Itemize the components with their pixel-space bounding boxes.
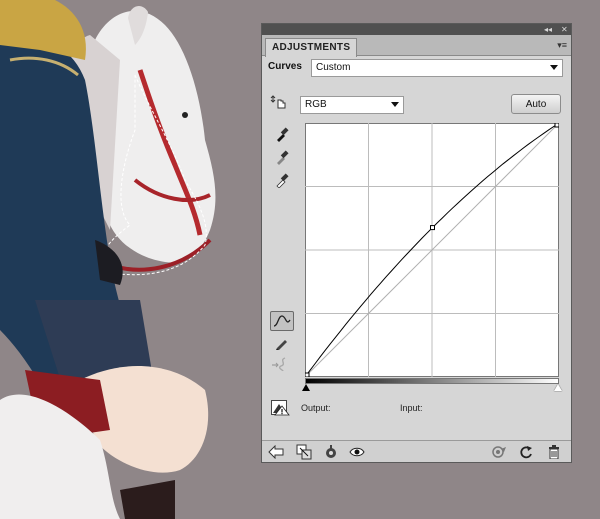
eye-icon[interactable] [349, 444, 365, 460]
input-label: Input: [400, 403, 423, 413]
white-input-slider[interactable] [554, 384, 562, 391]
preset-dropdown[interactable]: Custom [311, 59, 563, 77]
close-panel-icon[interactable]: ✕ [561, 25, 568, 34]
clipping-warning-icon[interactable] [271, 400, 291, 416]
adjustments-panel: ◂◂ ✕ ADJUSTMENTS ▾≡ Curves Custom RGB Au… [261, 23, 572, 463]
trash-icon[interactable] [546, 444, 562, 460]
panel-tab-row: ADJUSTMENTS ▾≡ [262, 35, 571, 57]
channel-dropdown[interactable]: RGB [300, 96, 404, 114]
panel-menu-icon[interactable]: ▾≡ [557, 40, 567, 51]
output-label: Output: [301, 403, 331, 413]
white-point-eyedropper-icon[interactable] [273, 171, 291, 189]
curve-point-tool-icon[interactable] [270, 311, 294, 331]
rider-boot [120, 480, 175, 519]
curve-control-point[interactable] [429, 225, 435, 231]
curve-control-point[interactable] [554, 123, 559, 128]
black-point-eyedropper-icon[interactable] [273, 125, 291, 143]
black-input-slider[interactable] [302, 384, 310, 391]
channel-value: RGB [305, 99, 327, 110]
auto-button[interactable]: Auto [511, 94, 561, 114]
panel-bottom-bar [262, 440, 571, 462]
input-gradient-bar [305, 378, 559, 384]
document-photo [0, 0, 216, 519]
horse-eye [182, 112, 188, 118]
curves-graph[interactable] [305, 123, 559, 377]
pencil-draw-icon[interactable] [273, 334, 291, 352]
preset-value: Custom [316, 62, 351, 73]
chevron-down-icon [391, 102, 399, 107]
target-adjust-icon[interactable] [270, 94, 288, 112]
back-arrow-icon[interactable] [268, 444, 284, 460]
reset-icon[interactable] [518, 444, 534, 460]
chevron-down-icon [550, 65, 558, 70]
collapse-panel-icon[interactable]: ◂◂ [544, 25, 552, 34]
previous-state-icon[interactable] [491, 444, 507, 460]
visibility-toggle-icon[interactable] [323, 444, 339, 460]
curve-control-point[interactable] [305, 372, 310, 377]
clip-to-layer-icon[interactable] [296, 444, 312, 460]
panel-titlebar: ◂◂ ✕ [262, 24, 571, 35]
tab-adjustments[interactable]: ADJUSTMENTS [265, 38, 358, 57]
smooth-curve-icon[interactable] [271, 355, 289, 373]
gray-point-eyedropper-icon[interactable] [273, 148, 291, 166]
adjustment-type-label: Curves [268, 61, 302, 72]
